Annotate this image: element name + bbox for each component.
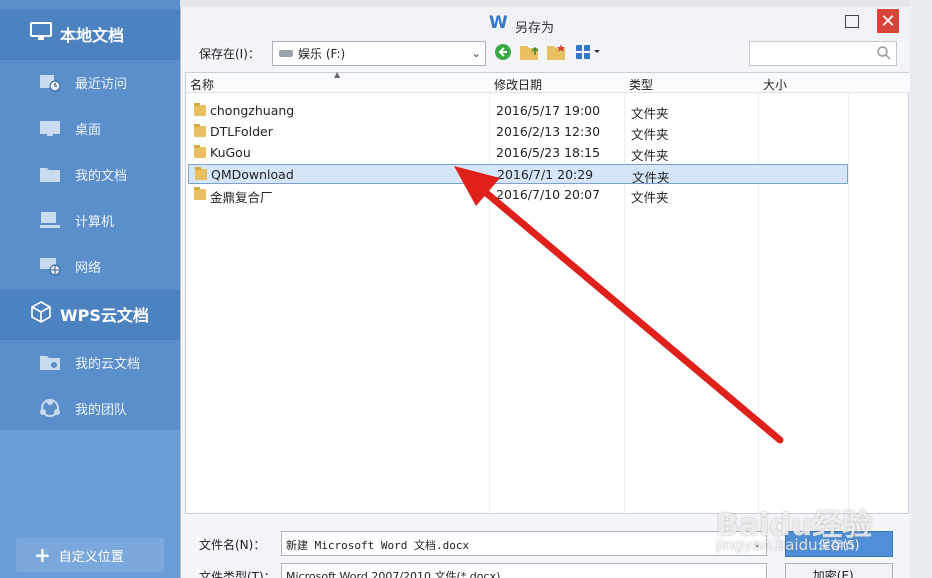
folder-icon xyxy=(194,145,206,158)
file-type: 文件夹 xyxy=(631,106,669,121)
wps-writer-logo: W xyxy=(489,13,508,33)
location-panel: 本地文档 最近访问 桌面 我的文档 计算机 网络 WPS云文档 我的云文档 我的… xyxy=(0,0,180,578)
column-header-name[interactable]: 名称 xyxy=(190,76,214,93)
sidebar-item-label: 最近访问 xyxy=(75,76,128,92)
file-list-header: ▲ 名称 修改日期 类型 大小 xyxy=(186,70,910,93)
sidebar-item-label: 桌面 xyxy=(75,122,102,138)
filename-input[interactable]: 新建 Microsoft Word 文档.docx ⌄ xyxy=(281,531,767,556)
sidebar-item-desktop[interactable]: 桌面 xyxy=(0,105,180,151)
maximize-button[interactable] xyxy=(845,15,859,28)
file-modified: 2016/7/1 20:29 xyxy=(497,167,594,182)
search-icon xyxy=(876,45,892,64)
file-type: 文件夹 xyxy=(632,170,670,185)
file-name: chongzhuang xyxy=(210,103,295,118)
file-name: 金鼎复合厂 xyxy=(210,190,273,205)
column-header-modified[interactable]: 修改日期 xyxy=(494,76,542,93)
file-row[interactable]: KuGou 2016/5/23 18:15 文件夹 xyxy=(188,143,848,163)
save-in-label: 保存在(I)： xyxy=(199,47,260,61)
recent-icon xyxy=(38,70,62,94)
team-icon xyxy=(38,396,62,420)
encrypt-button[interactable]: 加密(E)... xyxy=(785,563,893,578)
cloud-folder-icon xyxy=(38,350,62,374)
folder-icon xyxy=(194,187,206,200)
column-header-size[interactable]: 大小 xyxy=(763,76,787,93)
sidebar-item-label: 计算机 xyxy=(75,214,115,230)
desktop-icon xyxy=(38,116,62,140)
file-type: 文件夹 xyxy=(631,190,669,205)
file-type: 文件夹 xyxy=(631,148,669,163)
new-folder-icon xyxy=(547,44,565,60)
file-row[interactable]: 金鼎复合厂 2016/7/10 20:07 文件夹 xyxy=(188,185,848,205)
sidebar-item-network[interactable]: 网络 xyxy=(0,243,180,289)
wps-cloud-title: WPS云文档 xyxy=(60,306,149,325)
background-window-edge xyxy=(910,0,932,578)
sidebar-item-my-docs[interactable]: 我的文档 xyxy=(0,151,180,197)
cube-icon xyxy=(30,301,52,327)
file-name: DTLFolder xyxy=(210,124,273,139)
back-arrow-icon xyxy=(495,44,511,60)
view-grid-icon xyxy=(576,45,600,59)
sidebar-item-label: 我的文档 xyxy=(75,168,128,184)
save-as-dialog: W 另存为 ✕ 保存在(I)： 娱乐 (F:) ⌄ ▲ 名称 修改日期 类型 大… xyxy=(180,7,911,578)
custom-location-label: 自定义位置 xyxy=(58,549,124,565)
sidebar-item-my-cloud-docs[interactable]: 我的云文档 xyxy=(0,339,180,385)
file-row[interactable]: chongzhuang 2016/5/17 19:00 文件夹 xyxy=(188,101,848,121)
close-button[interactable]: ✕ xyxy=(877,9,899,33)
title-bar: W 另存为 ✕ xyxy=(181,7,911,41)
filetype-dropdown[interactable]: Microsoft Word 2007/2010 文件(*.docx) xyxy=(281,563,767,578)
close-icon: ✕ xyxy=(880,10,896,32)
column-header-type[interactable]: 类型 xyxy=(629,76,653,93)
local-docs-title: 本地文档 xyxy=(60,26,125,45)
network-icon xyxy=(38,254,62,278)
file-name: KuGou xyxy=(210,145,251,160)
plus-icon: + xyxy=(34,543,51,567)
back-button[interactable] xyxy=(493,42,513,62)
file-type: 文件夹 xyxy=(631,127,669,142)
my-docs-icon xyxy=(38,162,62,186)
chevron-down-icon: ⌄ xyxy=(471,47,481,60)
folder-icon xyxy=(194,103,206,116)
filetype-label: 文件类型(T)： xyxy=(199,570,276,578)
folder-icon xyxy=(195,167,207,180)
sort-ascending-icon: ▲ xyxy=(334,70,341,79)
wps-cloud-header[interactable]: WPS云文档 xyxy=(0,289,180,339)
sidebar-item-label: 网络 xyxy=(75,260,102,276)
add-custom-location-button[interactable]: + 自定义位置 xyxy=(16,538,164,572)
sidebar-item-label: 我的团队 xyxy=(75,402,128,418)
sidebar-item-recent[interactable]: 最近访问 xyxy=(0,59,180,105)
file-name: QMDownload xyxy=(211,167,294,182)
column-divider xyxy=(848,73,849,515)
file-list[interactable]: ▲ 名称 修改日期 类型 大小 chongzhuang 2016/5/17 19… xyxy=(185,70,910,515)
save-location-dropdown[interactable]: 娱乐 (F:) ⌄ xyxy=(272,41,486,66)
new-folder-button[interactable] xyxy=(546,42,566,62)
filetype-value: Microsoft Word 2007/2010 文件(*.docx) xyxy=(286,570,501,578)
dialog-title: 另存为 xyxy=(515,21,555,36)
filename-value: 新建 Microsoft Word 文档.docx xyxy=(286,539,470,552)
sidebar-item-computer[interactable]: 计算机 xyxy=(0,197,180,243)
file-modified: 2016/5/17 19:00 xyxy=(496,103,601,118)
sidebar-item-my-team[interactable]: 我的团队 xyxy=(0,385,180,431)
local-docs-header[interactable]: 本地文档 xyxy=(0,9,180,59)
file-modified: 2016/7/10 20:07 xyxy=(496,187,601,202)
filename-label: 文件名(N)： xyxy=(199,538,266,552)
monitor-icon xyxy=(30,22,52,46)
sidebar-item-label: 我的云文档 xyxy=(75,356,141,372)
file-modified: 2016/5/23 18:15 xyxy=(496,145,601,160)
up-folder-icon xyxy=(520,46,539,60)
baidu-watermark: Baidu经验 jingyan.baidu.com xyxy=(716,500,872,554)
folder-icon xyxy=(194,124,206,137)
search-input[interactable] xyxy=(749,41,897,66)
file-modified: 2016/2/13 12:30 xyxy=(496,124,601,139)
file-row[interactable]: DTLFolder 2016/2/13 12:30 文件夹 xyxy=(188,122,848,142)
computer-icon xyxy=(38,208,62,232)
drive-icon xyxy=(279,50,293,57)
watermark-sub: jingyan.baidu.com xyxy=(716,536,855,554)
location-value: 娱乐 (F:) xyxy=(298,47,346,61)
up-folder-button[interactable] xyxy=(519,42,539,62)
file-row-selected[interactable]: QMDownload 2016/7/1 20:29 文件夹 xyxy=(188,164,848,185)
view-menu-button[interactable] xyxy=(574,42,604,62)
